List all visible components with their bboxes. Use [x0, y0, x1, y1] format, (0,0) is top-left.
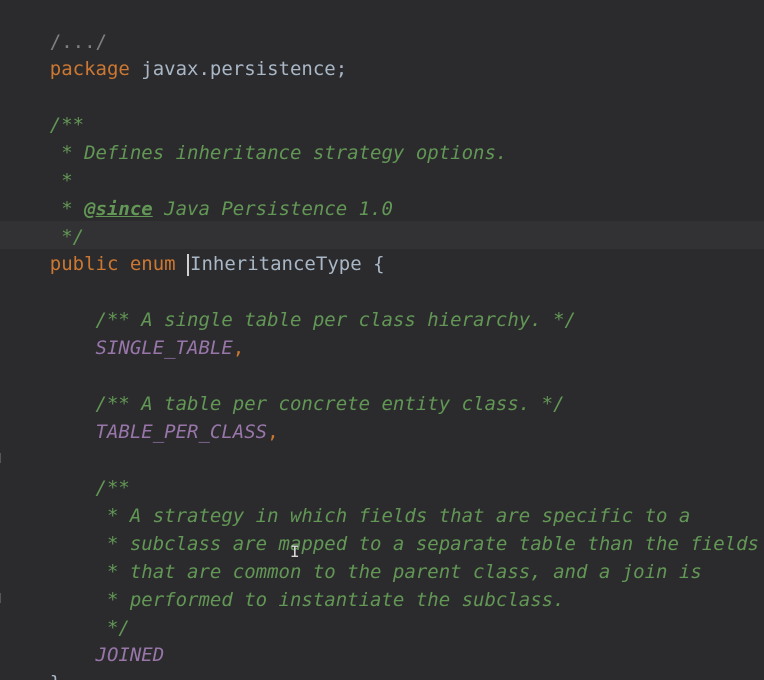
- doc-since-line: * @since Java Persistence 1.0: [4, 167, 393, 220]
- text-cursor-icon: I: [290, 542, 300, 561]
- close-brace-line: }: [4, 641, 61, 680]
- table-per-class-comma: ,: [267, 421, 279, 443]
- table-per-class-doc-line: /** A table per concrete entity class. *…: [4, 362, 565, 415]
- joined-line: JOINED: [4, 613, 165, 666]
- joined-doc-close-line: */: [4, 586, 130, 639]
- joined-doc-line-1: * A strategy in which fields that are sp…: [4, 474, 690, 527]
- package-keyword: package: [49, 58, 130, 80]
- doc-description-line: * Defines inheritance strategy options.: [4, 111, 507, 164]
- doc-since-tag[interactable]: @since: [84, 198, 153, 220]
- doc-close-line: */: [4, 195, 84, 248]
- joined-doc-line-2: * subclass are mapped to a separate tabl…: [4, 502, 759, 555]
- single-table-constant[interactable]: SINGLE_TABLE: [50, 337, 233, 359]
- enum-open-brace: {: [361, 253, 385, 275]
- enum-close-brace: }: [50, 672, 61, 680]
- enum-declaration-line: public enum InheritanceType {: [4, 222, 385, 276]
- doc-since-text: Java Persistence 1.0: [152, 198, 393, 220]
- table-per-class-line: TABLE_PER_CLASS,: [4, 390, 279, 443]
- joined-constant[interactable]: JOINED: [50, 644, 165, 666]
- enum-name[interactable]: InheritanceType: [190, 253, 362, 275]
- text-caret: [187, 253, 190, 276]
- package-name: javax.persistence;: [129, 58, 348, 80]
- doc-open-line: /**: [4, 83, 84, 136]
- folded-imports-line[interactable]: /.../: [4, 0, 107, 53]
- single-table-line: SINGLE_TABLE,: [4, 306, 245, 359]
- doc-description: * Defines inheritance strategy options.: [49, 142, 508, 164]
- table-per-class-constant[interactable]: TABLE_PER_CLASS: [50, 421, 268, 443]
- code-editor[interactable]: /.../ package javax.persistence; /** * D…: [0, 0, 764, 680]
- joined-doc-line-3: * that are common to the parent class, a…: [4, 530, 702, 583]
- single-table-doc-line: /** A single table per class hierarchy. …: [4, 278, 576, 331]
- public-keyword: public: [49, 253, 119, 275]
- package-line: package javax.persistence;: [4, 27, 347, 80]
- single-table-comma: ,: [232, 337, 245, 359]
- doc-blank-line: *: [4, 139, 72, 192]
- joined-doc-open-line: /**: [4, 446, 130, 499]
- enum-keyword: enum: [118, 253, 188, 275]
- joined-doc-line-4: * performed to instantiate the subclass.: [4, 558, 565, 611]
